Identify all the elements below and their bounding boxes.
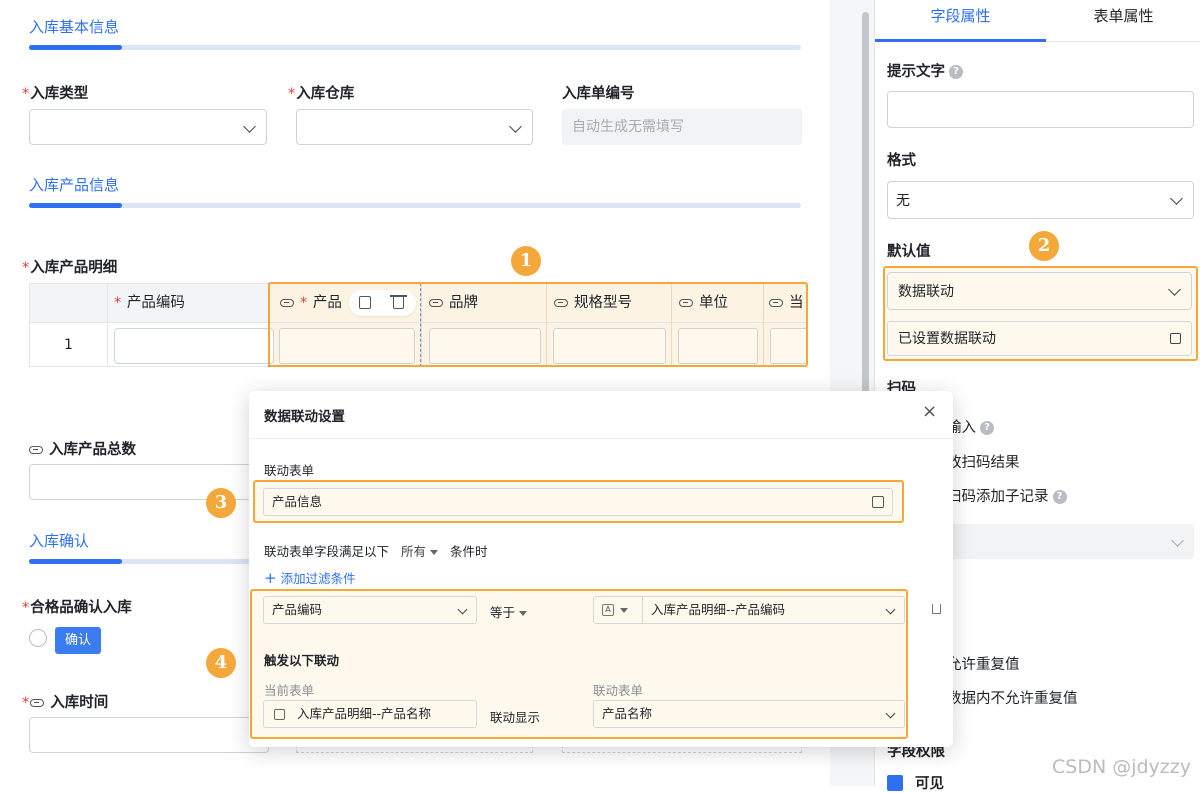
section-divider — [29, 45, 801, 50]
row-index: 1 — [64, 337, 73, 353]
tab-field-properties[interactable]: 字段属性 — [875, 0, 1046, 42]
data-linkage-dialog: 数据联动设置 × 联动表单 产品信息 联动表单字段满足以下 所有 条件时 + 添加… — [249, 391, 953, 747]
highlight-box-2 — [883, 266, 1198, 361]
field-label-detail: *入库产品明细 — [22, 260, 118, 276]
annotation-badge-3: 3 — [206, 488, 236, 518]
confirm-button[interactable]: 确认 — [55, 627, 101, 654]
annotation-badge-4: 4 — [206, 648, 236, 678]
highlight-box-3 — [253, 480, 904, 523]
scan-option-add-child: 扫码添加子记录? — [947, 485, 1067, 506]
col-header-code: * 产品编码 — [114, 295, 185, 311]
annotation-badge-1: 1 — [511, 246, 541, 276]
close-icon[interactable]: × — [922, 403, 937, 421]
warehouse-select[interactable] — [296, 109, 533, 145]
section-title-confirm: 入库确认 — [29, 532, 90, 550]
field-label-warehouse: *入库仓库 — [288, 86, 355, 102]
section-title-product: 入库产品信息 — [29, 176, 120, 194]
highlight-box-1 — [268, 282, 808, 367]
linked-form-label: 联动表单 — [264, 463, 315, 478]
condition-mode-select[interactable]: 所有 — [401, 544, 439, 559]
dialog-title: 数据联动设置 — [264, 409, 345, 425]
field-label-qualified: *合格品确认入库 — [22, 600, 132, 616]
section-title-basic: 入库基本信息 — [29, 18, 120, 36]
help-icon: ? — [949, 65, 963, 79]
visible-label: 可见 — [915, 776, 944, 792]
type-select[interactable] — [29, 109, 267, 145]
chevron-down-icon — [243, 120, 256, 133]
default-value-label: 默认值 — [887, 244, 931, 260]
chevron-down-icon — [1171, 534, 1184, 547]
hint-text-label: 提示文字? — [887, 60, 963, 81]
chevron-down-icon — [1170, 192, 1183, 205]
field-label-time: * 入库时间 — [22, 695, 109, 711]
order-no-field: 自动生成无需填写 — [562, 109, 802, 145]
delete-filter-icon[interactable] — [932, 604, 941, 614]
field-label-order-no: 入库单编号 — [562, 86, 635, 102]
highlight-box-4 — [250, 589, 908, 739]
help-icon: ? — [1052, 490, 1067, 504]
confirm-radio[interactable] — [29, 629, 47, 647]
section-divider — [29, 203, 801, 208]
link-icon — [30, 699, 45, 707]
time-input[interactable] — [29, 717, 269, 753]
no-duplicate-option: 数据内不允许重复值 — [947, 691, 1078, 707]
hint-text-input[interactable] — [887, 91, 1194, 128]
allow-duplicate-option: 允许重复值 — [947, 657, 1020, 673]
condition-row: 联动表单字段满足以下 所有 条件时 — [264, 544, 488, 559]
watermark: CSDN @jdyzzy — [1052, 756, 1191, 778]
tab-form-properties[interactable]: 表单属性 — [1046, 0, 1200, 42]
help-icon: ? — [980, 421, 994, 435]
add-filter-button[interactable]: + 添加过滤条件 — [264, 568, 356, 587]
chevron-down-icon — [509, 120, 522, 133]
field-label-total: 入库产品总数 — [29, 438, 136, 459]
section-divider — [29, 559, 269, 564]
field-label-type: *入库类型 — [22, 86, 89, 102]
annotation-badge-2: 2 — [1029, 231, 1059, 261]
scan-option-result: 改扫码结果 — [947, 455, 1020, 471]
format-label: 格式 — [887, 153, 916, 169]
scan-select[interactable] — [947, 524, 1194, 559]
link-icon — [29, 446, 43, 454]
code-cell-input[interactable] — [114, 328, 274, 364]
scan-option-input: 输入? — [947, 416, 994, 437]
visible-checkbox[interactable] — [887, 775, 903, 791]
format-select[interactable]: 无 — [887, 181, 1194, 219]
